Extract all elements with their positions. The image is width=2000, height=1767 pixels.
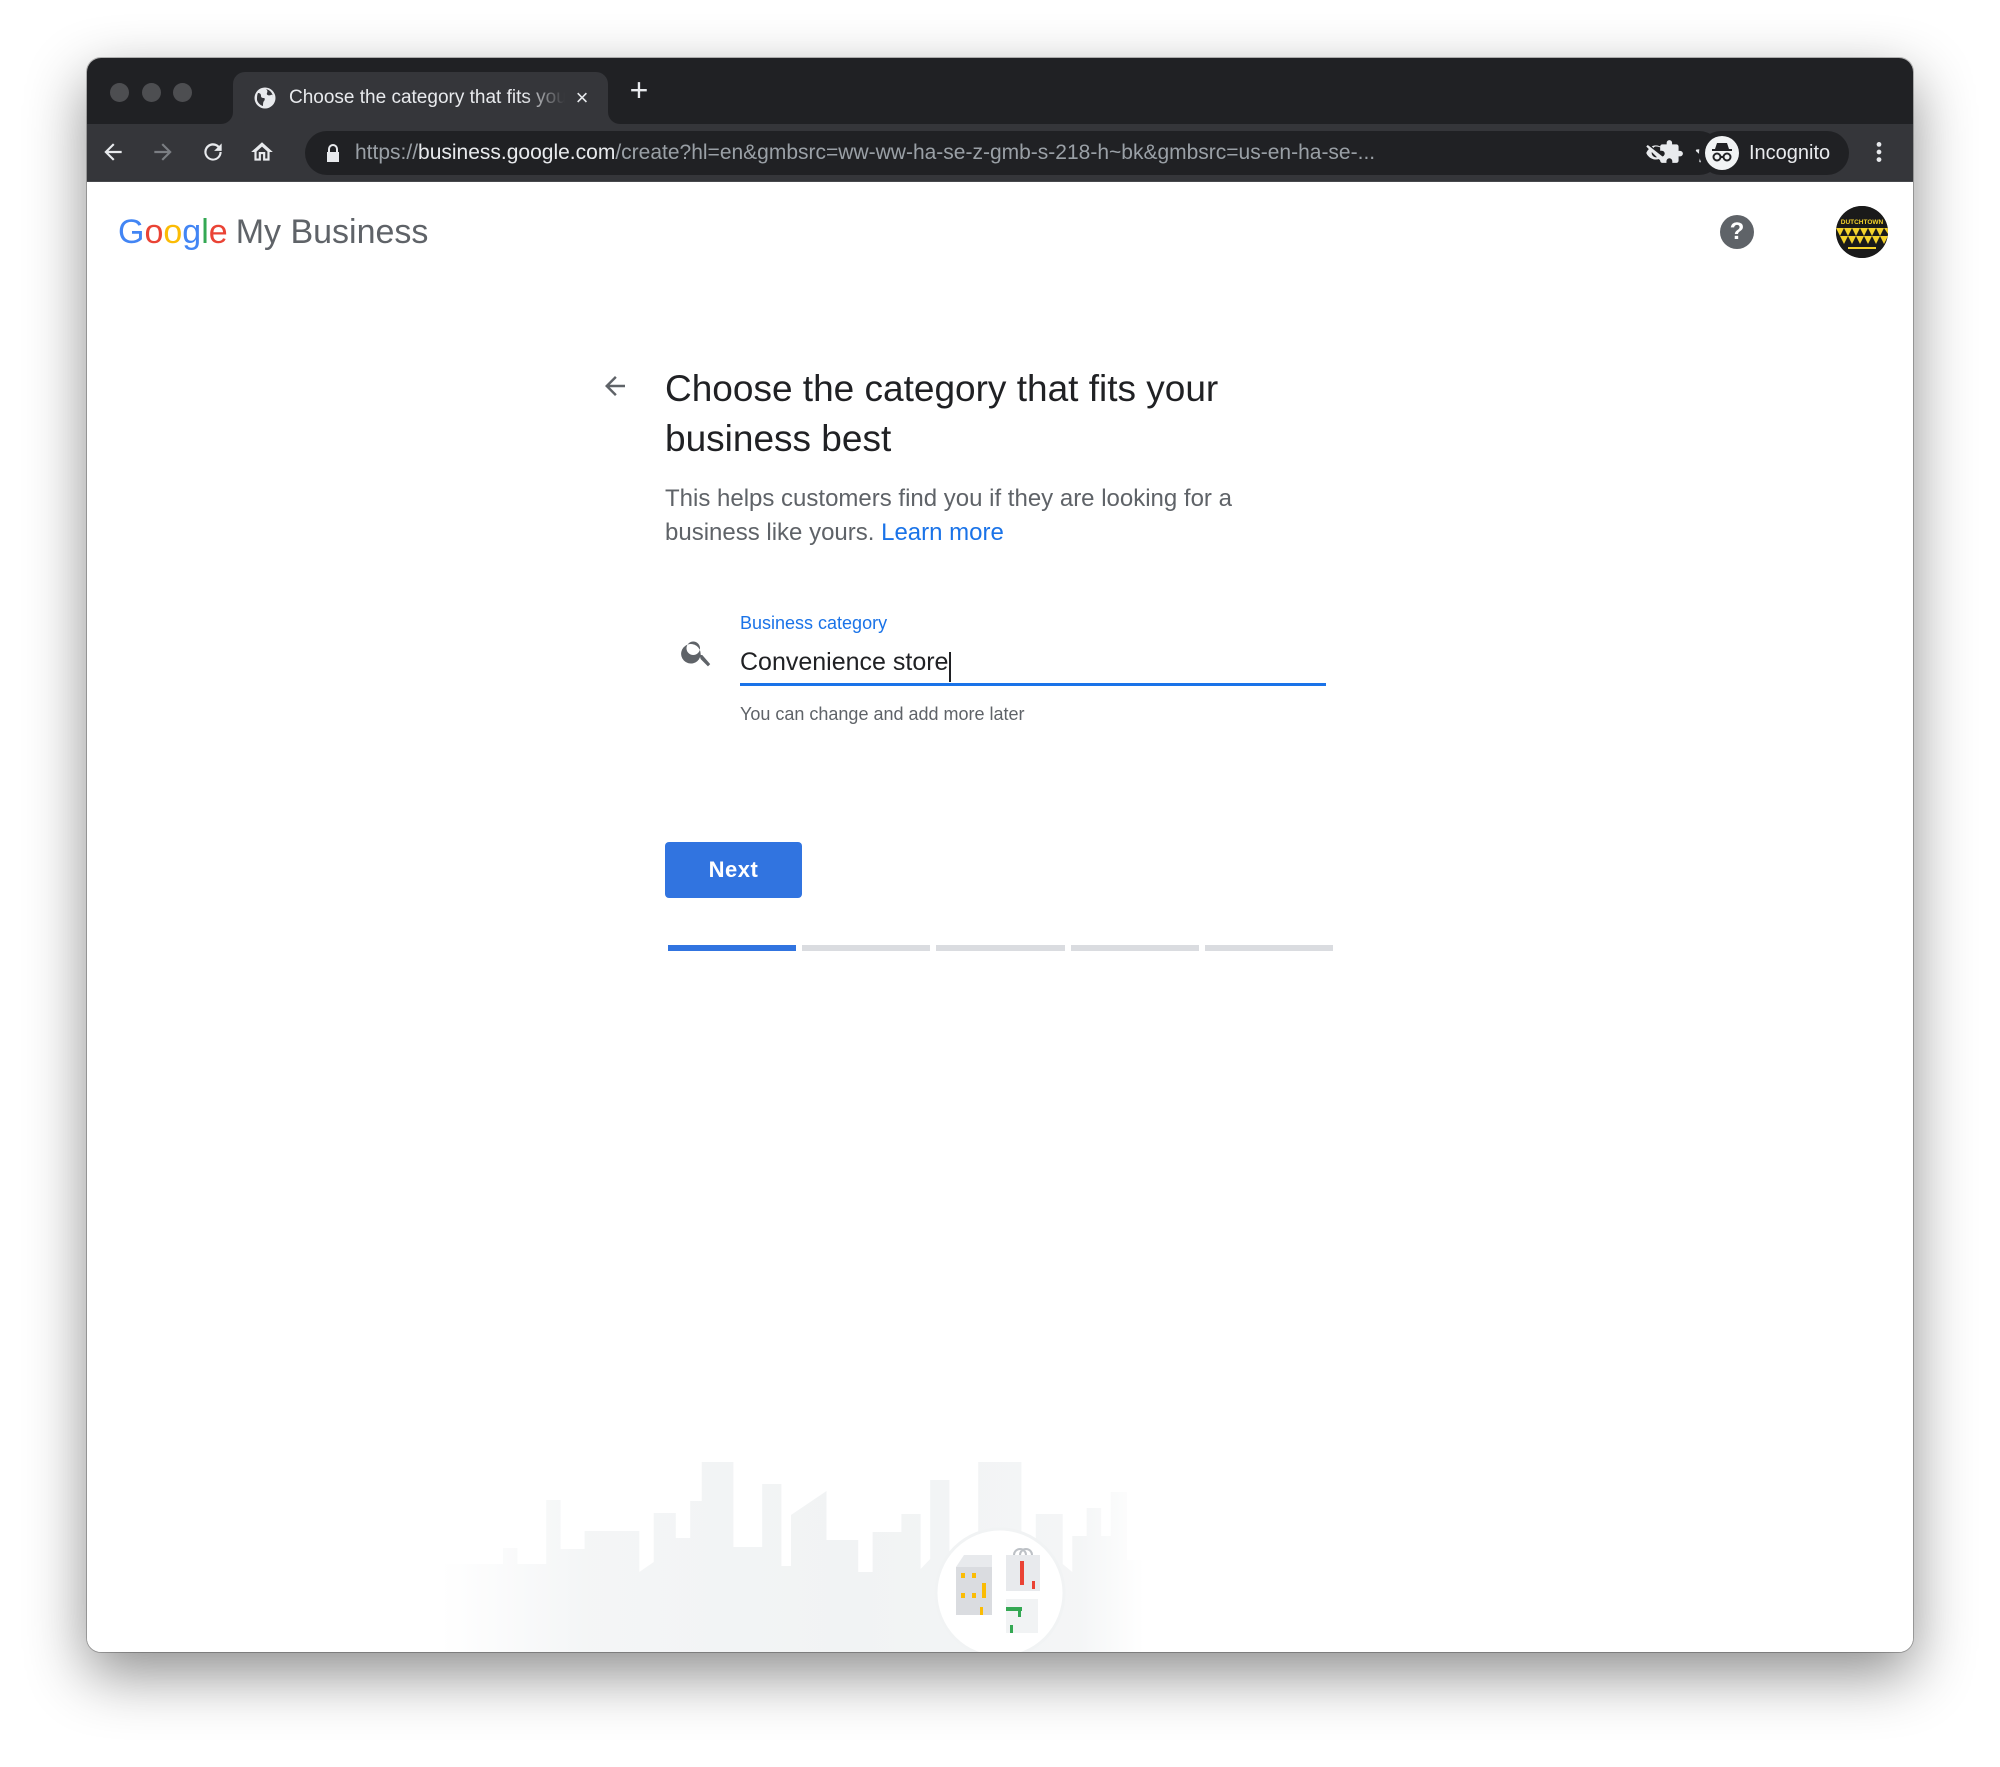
url-path: /create?hl=en&gmbsrc=ww-ww-ha-se-z-gmb-s…	[615, 141, 1376, 164]
next-button[interactable]: Next	[665, 842, 802, 898]
new-tab-button[interactable]: +	[624, 74, 654, 106]
browser-window: Choose the category that fits your busin…	[87, 58, 1913, 1652]
back-icon	[104, 143, 122, 161]
forward-icon	[154, 143, 172, 161]
storefront-illustration	[934, 1527, 1066, 1652]
progress-step-5	[1204, 945, 1334, 951]
globe-icon	[254, 87, 276, 109]
lock-icon	[327, 144, 339, 162]
home-icon	[251, 142, 273, 161]
google-my-business-logo[interactable]: Google My Business	[118, 212, 428, 252]
account-avatar[interactable]: DUTCHTOWN	[1836, 206, 1888, 258]
url-scheme: https://	[355, 141, 419, 164]
reload-button[interactable]	[195, 134, 231, 170]
close-tab-icon[interactable]: ×	[569, 85, 595, 111]
progress-step-3	[936, 945, 1065, 951]
maximize-window-button[interactable]	[173, 83, 192, 102]
home-button[interactable]	[244, 134, 280, 170]
incognito-icon	[1705, 136, 1739, 170]
help-icon[interactable]: ?	[1720, 215, 1754, 249]
page-subtitle: This helps customers find you if they ar…	[665, 482, 1285, 550]
product-name: My Business	[235, 213, 429, 251]
tab-title: Choose the category that fits your busin…	[289, 87, 565, 108]
back-arrow-button[interactable]	[597, 368, 633, 404]
tab-active[interactable]: Choose the category that fits your busin…	[233, 72, 608, 124]
extensions-icon	[1660, 140, 1683, 163]
app-header: Google My Business ? DUTCHTOWN	[87, 182, 1913, 282]
page-title: Choose the category that fits your busin…	[665, 368, 1219, 459]
search-icon	[681, 641, 711, 667]
helper-text: You can change and add more later	[740, 704, 1025, 724]
progress-step-1	[668, 945, 797, 951]
arrow-back-icon	[605, 376, 625, 396]
more-vert-icon	[1876, 142, 1882, 162]
forward-button[interactable]	[145, 134, 181, 170]
extensions-button[interactable]	[1653, 134, 1689, 170]
incognito-profile-button[interactable]: Incognito	[1699, 131, 1849, 175]
close-window-button[interactable]	[110, 83, 129, 102]
reload-icon	[204, 143, 222, 161]
url-host: business.google.com	[418, 141, 616, 164]
profile-label: Incognito	[1749, 142, 1831, 164]
learn-more-link[interactable]: Learn more	[881, 519, 1004, 546]
address-bar[interactable]: https://business.google.com/create?hl=en…	[305, 131, 1721, 175]
svg-text:DUTCHTOWN: DUTCHTOWN	[1841, 219, 1884, 226]
title-bar: Choose the category that fits your busin…	[87, 58, 1913, 124]
back-button[interactable]	[95, 134, 131, 170]
url-text[interactable]: https://business.google.com/create?hl=en…	[355, 131, 1375, 175]
business-category-label: Business category	[740, 613, 888, 633]
browser-toolbar: https://business.google.com/create?hl=en…	[87, 124, 1913, 182]
business-category-input[interactable]	[740, 642, 1326, 686]
progress-step-2	[802, 945, 931, 951]
text-cursor	[949, 652, 952, 682]
main-content: Choose the category that fits your busin…	[87, 282, 1913, 1652]
step-progress-bar	[668, 945, 1334, 951]
browser-menu-button[interactable]	[1861, 134, 1897, 170]
minimize-window-button[interactable]	[142, 83, 161, 102]
progress-step-4	[1070, 945, 1199, 951]
